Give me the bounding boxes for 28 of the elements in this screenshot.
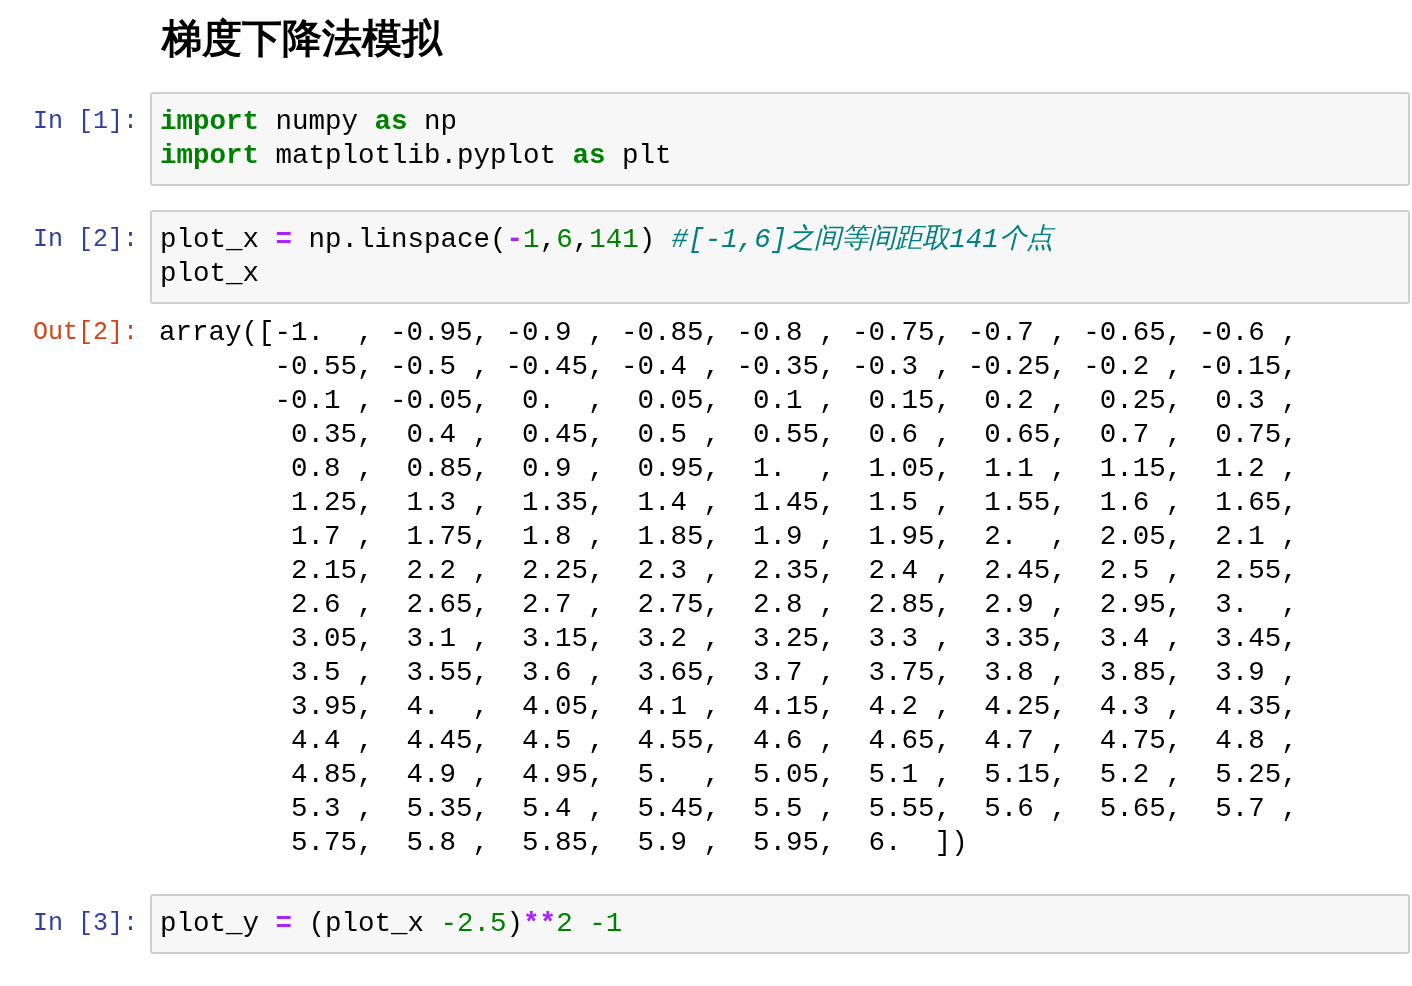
output-line: 0.8 , 0.85, 0.9 , 0.95, 1. , 1.05, 1.1 , 1.15, 1.2 , xyxy=(290,452,1298,486)
output-line: 4.85, 4.9 , 4.95, 5. , 5.05, 5.1 , 5.15, 5.2 , 5.25, xyxy=(290,758,1298,792)
output-line: 1.7 , 1.75, 1.8 , 1.85, 1.9 , 1.95, 2. , 2.05, 2.1 , xyxy=(290,520,1298,554)
output-line: 5.3 , 5.35, 5.4 , 5.45, 5.5 , 5.55, 5.6 , 5.65, 5.7 , xyxy=(290,792,1298,826)
output-prompt: Out[2]: xyxy=(31,317,139,349)
code-cell[interactable]: import numpy as np import matplotlib.pyplot as plt xyxy=(150,92,1410,186)
code-cell[interactable]: plot_x = np.linspace(-1,6,141) #[-1,6]之间等间距取141个点 plot_x xyxy=(150,210,1410,304)
output-line: 5.75, 5.8 , 5.85, 5.9 , 5.95, 6. ]) xyxy=(290,826,968,860)
input-prompt: In [3]: xyxy=(31,908,139,940)
output-line: 1.25, 1.3 , 1.35, 1.4 , 1.45, 1.5 , 1.55, 1.6 , 1.65, xyxy=(290,486,1298,520)
output-line: 3.95, 4. , 4.05, 4.1 , 4.15, 4.2 , 4.25, 4.3 , 4.35, xyxy=(290,690,1298,724)
code-line: import matplotlib.pyplot as plt xyxy=(160,139,672,173)
output-line: array([-1. , -0.95, -0.9 , -0.85, -0.8 , -0.75, -0.7 , -0.65, -0.6 , xyxy=(159,316,1298,350)
output-line: 2.15, 2.2 , 2.25, 2.3 , 2.35, 2.4 , 2.45, 2.5 , 2.55, xyxy=(290,554,1298,588)
notebook-heading: 梯度下降法模拟 xyxy=(162,15,444,62)
output-line: 4.4 , 4.45, 4.5 , 4.55, 4.6 , 4.65, 4.7 , 4.75, 4.8 , xyxy=(290,724,1298,758)
code-line: plot_y = (plot_x -2.5)**2 -1 xyxy=(160,907,623,941)
code-cell[interactable]: plot_y = (plot_x -2.5)**2 -1 xyxy=(150,894,1410,954)
output-line: -0.1 , -0.05, 0. , 0.05, 0.1 , 0.15, 0.2 , 0.25, 0.3 , xyxy=(273,384,1298,418)
output-line: 3.05, 3.1 , 3.15, 3.2 , 3.25, 3.3 , 3.35, 3.4 , 3.45, xyxy=(290,622,1298,656)
input-prompt: In [1]: xyxy=(31,106,139,138)
input-prompt: In [2]: xyxy=(31,224,139,256)
code-line: plot_x xyxy=(160,257,260,291)
output-line: 3.5 , 3.55, 3.6 , 3.65, 3.7 , 3.75, 3.8 , 3.85, 3.9 , xyxy=(290,656,1298,690)
output-line: 0.35, 0.4 , 0.45, 0.5 , 0.55, 0.6 , 0.65, 0.7 , 0.75, xyxy=(290,418,1298,452)
output-line: -0.55, -0.5 , -0.45, -0.4 , -0.35, -0.3 , -0.25, -0.2 , -0.15, xyxy=(273,350,1298,384)
output-line: 2.6 , 2.65, 2.7 , 2.75, 2.8 , 2.85, 2.9 , 2.95, 3. , xyxy=(290,588,1298,622)
code-line: import numpy as np xyxy=(160,105,458,139)
